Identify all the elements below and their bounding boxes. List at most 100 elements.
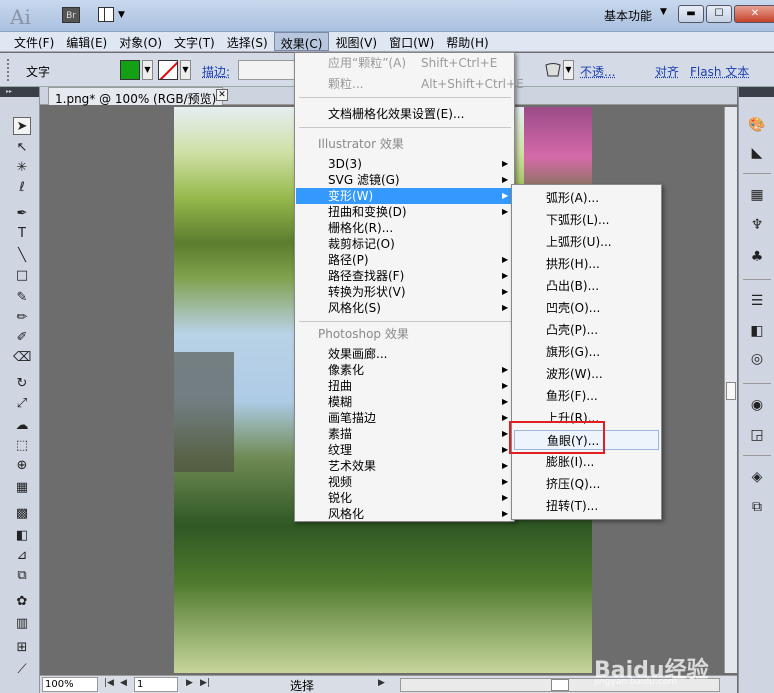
menu-item-warp[interactable]: 变形(W) ▶ xyxy=(296,188,513,204)
menu-item-arch[interactable]: 拱形(H)... xyxy=(514,254,659,274)
menu-object[interactable]: 对象(O) xyxy=(113,32,168,51)
selection-tool-icon[interactable]: ➤ xyxy=(13,117,31,135)
workspace-switcher[interactable]: 基本功能 xyxy=(604,7,652,24)
menu-item-arc[interactable]: 弧形(A)... xyxy=(514,188,659,208)
scrollbar-thumb[interactable] xyxy=(726,382,736,400)
slice-tool-icon[interactable]: ⟋ xyxy=(13,661,31,679)
menu-item-brush-strokes[interactable]: 画笔描边 ▶ xyxy=(296,410,513,426)
panel-header[interactable] xyxy=(739,87,774,97)
menu-item-distort[interactable]: 扭曲 ▶ xyxy=(296,378,513,394)
menu-item-shell-upper[interactable]: 凸壳(P)... xyxy=(514,320,659,340)
line-tool-icon[interactable]: ╲ xyxy=(13,247,31,265)
gradient-tool-icon[interactable]: ◧ xyxy=(13,527,31,545)
rotate-tool-icon[interactable]: ↻ xyxy=(13,375,31,393)
menu-item-arc-upper[interactable]: 上弧形(U)... xyxy=(514,232,659,252)
transparency-icon[interactable]: ◎ xyxy=(747,349,767,369)
vertical-scrollbar[interactable] xyxy=(724,107,737,673)
scale-tool-icon[interactable]: ⤢ xyxy=(13,395,31,413)
menu-item-sharpen[interactable]: 锐化 ▶ xyxy=(296,490,513,506)
menu-item-blur[interactable]: 模糊 ▶ xyxy=(296,394,513,410)
menu-item-video[interactable]: 视频 ▶ xyxy=(296,474,513,490)
menu-item-flag[interactable]: 旗形(G)... xyxy=(514,342,659,362)
chevron-down-icon[interactable]: ▼ xyxy=(142,60,153,80)
chevron-down-icon[interactable]: ▼ xyxy=(660,7,667,17)
artboard-tool-icon[interactable]: ⊞ xyxy=(13,639,31,657)
eraser-tool-icon[interactable]: ⌫ xyxy=(13,349,31,367)
chevron-down-icon[interactable]: ▼ xyxy=(563,60,574,80)
menu-item-stylize[interactable]: 风格化(S) ▶ xyxy=(296,300,513,316)
pen-tool-icon[interactable]: ✒ xyxy=(13,205,31,223)
menu-item-fish[interactable]: 鱼形(F)... xyxy=(514,386,659,406)
previous-page-icon[interactable]: ◀ xyxy=(120,678,127,688)
flash-text-link[interactable]: Flash 文本 xyxy=(690,63,749,80)
swatches-icon[interactable]: ▦ xyxy=(747,185,767,205)
menu-item-svg-filters[interactable]: SVG 滤镜(G) ▶ xyxy=(296,172,513,188)
layers-icon[interactable]: ◈ xyxy=(747,467,767,487)
menu-edit[interactable]: 编辑(E) xyxy=(60,32,113,51)
menu-item-effect-gallery[interactable]: 效果画廊... xyxy=(296,346,513,362)
bridge-button[interactable]: Br xyxy=(62,7,80,23)
menu-item-path[interactable]: 路径(P) ▶ xyxy=(296,252,513,268)
menu-item-distort-transform[interactable]: 扭曲和变换(D) ▶ xyxy=(296,204,513,220)
warp-tool-icon[interactable]: ☁ xyxy=(13,417,31,435)
menu-item-last-effect[interactable]: 颗粒... Alt+Shift+Ctrl+E xyxy=(296,76,524,92)
menu-window[interactable]: 窗口(W) xyxy=(383,32,440,51)
pencil-tool-icon[interactable]: ✏ xyxy=(13,309,31,327)
symbol-sprayer-tool-icon[interactable]: ✿ xyxy=(13,593,31,611)
menu-view[interactable]: 视图(V) xyxy=(329,32,383,51)
menu-item-wave[interactable]: 波形(W)... xyxy=(514,364,659,384)
menu-item-raster-settings[interactable]: 文档栅格化效果设置(E)... xyxy=(296,106,513,122)
style-icon[interactable] xyxy=(544,61,562,79)
lasso-tool-icon[interactable]: ℓ xyxy=(13,179,31,197)
next-page-icon[interactable]: ▶ xyxy=(186,678,193,688)
align-link[interactable]: 对齐 xyxy=(655,63,679,80)
magic-wand-tool-icon[interactable]: ✳ xyxy=(13,159,31,177)
column-graph-tool-icon[interactable]: ▥ xyxy=(13,615,31,633)
menu-item-pixelate[interactable]: 像素化 ▶ xyxy=(296,362,513,378)
artboards-icon[interactable]: ⧉ xyxy=(747,497,767,517)
menu-item-apply-last-effect[interactable]: 应用“颗粒”(A) Shift+Ctrl+E xyxy=(296,55,513,71)
menu-file[interactable]: 文件(F) xyxy=(8,32,60,51)
menu-item-3d[interactable]: 3D(3) ▶ xyxy=(296,156,513,172)
first-page-icon[interactable]: |◀ xyxy=(104,678,114,688)
blob-brush-tool-icon[interactable]: ✐ xyxy=(13,329,31,347)
menu-item-arc-lower[interactable]: 下弧形(L)... xyxy=(514,210,659,230)
color-guide-icon[interactable]: ◣ xyxy=(747,143,767,163)
menu-item-artistic[interactable]: 艺术效果 ▶ xyxy=(296,458,513,474)
eyedropper-tool-icon[interactable]: ⊿ xyxy=(13,547,31,565)
last-page-icon[interactable]: ▶| xyxy=(200,678,210,688)
menu-item-sketch[interactable]: 素描 ▶ xyxy=(296,426,513,442)
menu-select[interactable]: 选择(S) xyxy=(221,32,274,51)
zoom-level-field[interactable]: 100% xyxy=(42,677,98,692)
menu-type[interactable]: 文字(T) xyxy=(168,32,221,51)
mesh-tool-icon[interactable]: ▩ xyxy=(13,505,31,523)
menu-help[interactable]: 帮助(H) xyxy=(440,32,494,51)
rectangle-tool-icon[interactable]: □ xyxy=(13,267,31,285)
menu-item-convert-to-shape[interactable]: 转换为形状(V) ▶ xyxy=(296,284,513,300)
menu-item-twist[interactable]: 扭转(T)... xyxy=(514,496,659,516)
graphic-styles-icon[interactable]: ◲ xyxy=(747,425,767,445)
menu-item-pathfinder[interactable]: 路径查找器(F) ▶ xyxy=(296,268,513,284)
type-tool-icon[interactable]: T xyxy=(13,225,31,243)
menu-item-crop-marks[interactable]: 裁剪标记(O) xyxy=(296,236,513,252)
panel-header[interactable]: ▸▸ xyxy=(0,87,39,97)
scrollbar-thumb[interactable] xyxy=(551,679,569,691)
free-transform-tool-icon[interactable]: ⬚ xyxy=(13,437,31,455)
brushes-icon[interactable]: ♆ xyxy=(747,215,767,235)
fill-color-swatch[interactable] xyxy=(120,60,140,80)
stroke-weight-input[interactable] xyxy=(238,60,298,80)
stroke-icon[interactable]: ☰ xyxy=(747,291,767,311)
menu-item-squeeze[interactable]: 挤压(Q)... xyxy=(514,474,659,494)
color-panel-icon[interactable]: 🎨 xyxy=(747,115,767,135)
perspective-grid-tool-icon[interactable]: ▦ xyxy=(13,479,31,497)
status-menu-icon[interactable]: ▶ xyxy=(378,678,385,688)
arrange-documents-button[interactable]: ▼ xyxy=(98,7,128,23)
direct-selection-tool-icon[interactable]: ↖ xyxy=(13,139,31,157)
menu-item-bulge[interactable]: 凸出(B)... xyxy=(514,276,659,296)
paintbrush-tool-icon[interactable]: ✎ xyxy=(13,289,31,307)
menu-item-texture[interactable]: 纹理 ▶ xyxy=(296,442,513,458)
menu-item-shell-lower[interactable]: 凹壳(O)... xyxy=(514,298,659,318)
gradient-icon[interactable]: ◧ xyxy=(747,321,767,341)
opacity-link[interactable]: 不透... xyxy=(580,63,615,80)
close-button[interactable]: ✕ xyxy=(734,5,774,23)
